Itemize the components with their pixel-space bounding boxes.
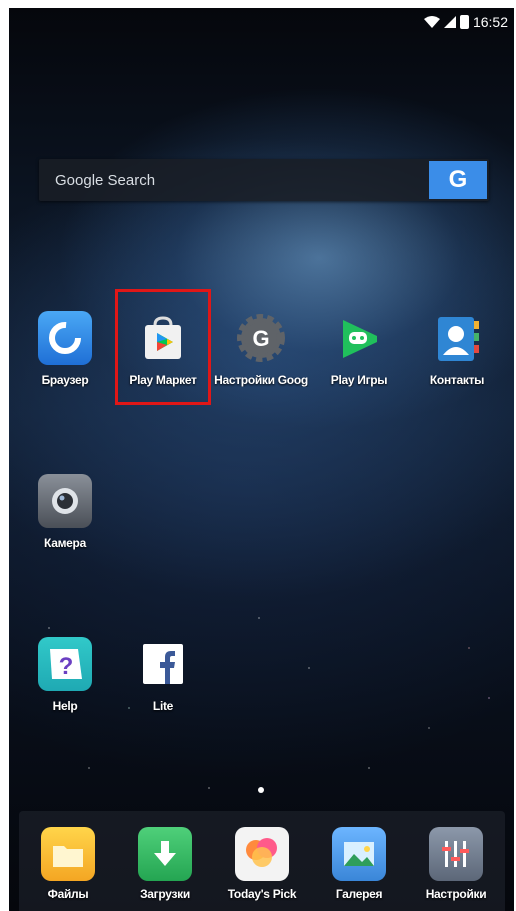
app-label: Браузер: [41, 373, 89, 387]
signal-icon: [443, 16, 456, 28]
app-label: Контакты: [429, 373, 485, 387]
app-camera[interactable]: Камера: [15, 474, 115, 550]
contacts-icon: [430, 311, 484, 365]
battery-icon: [459, 15, 469, 29]
app-google-settings[interactable]: G Настройки Goog: [211, 311, 311, 387]
clock: 16:52: [472, 14, 508, 30]
files-icon: [41, 827, 95, 881]
dock-settings[interactable]: Настройки: [407, 827, 505, 901]
camera-icon: [38, 474, 92, 528]
home-screen: 16:52 Google Search G Браузер Play Марке…: [9, 8, 514, 911]
app-help[interactable]: ? Help: [15, 637, 115, 713]
downloads-icon: [138, 827, 192, 881]
browser-icon: [38, 311, 92, 365]
status-bar: 16:52: [423, 12, 508, 32]
google-g-button[interactable]: G: [429, 161, 487, 199]
gallery-icon: [332, 827, 386, 881]
app-label: Lite: [152, 699, 174, 713]
dock: Файлы Загрузки Today's Pick Галерея Наст…: [19, 811, 505, 911]
app-browser[interactable]: Браузер: [15, 311, 115, 387]
facebook-lite-icon: [136, 637, 190, 691]
app-label: Загрузки: [140, 887, 190, 901]
page-indicator: [258, 787, 264, 793]
dock-gallery[interactable]: Галерея: [310, 827, 408, 901]
dock-downloads[interactable]: Загрузки: [116, 827, 214, 901]
app-play-games[interactable]: Play Игры: [309, 311, 409, 387]
google-search-bar[interactable]: Google Search G: [39, 159, 489, 201]
play-games-icon: [332, 311, 386, 365]
app-label: Help: [52, 699, 78, 713]
todays-pick-icon: [235, 827, 289, 881]
dock-files[interactable]: Файлы: [19, 827, 117, 901]
app-label: Настройки Goog: [214, 373, 308, 387]
svg-text:?: ?: [59, 653, 74, 680]
app-label: Play Игры: [330, 373, 388, 387]
search-label: Google Search: [55, 171, 156, 189]
wifi-icon: [423, 16, 440, 28]
play-store-highlight: [115, 289, 211, 405]
app-contacts[interactable]: Контакты: [407, 311, 507, 387]
settings-icon: [429, 827, 483, 881]
app-label: Галерея: [335, 887, 383, 901]
svg-text:G: G: [252, 326, 269, 351]
app-label: Today's Pick: [227, 887, 297, 901]
app-facebook-lite[interactable]: Lite: [113, 637, 213, 713]
app-label: Камера: [44, 536, 86, 550]
dock-todays-pick[interactable]: Today's Pick: [213, 827, 311, 901]
google-settings-icon: G: [234, 311, 288, 365]
help-icon: ?: [38, 637, 92, 691]
wallpaper: [9, 8, 514, 911]
app-label: Настройки: [425, 887, 487, 901]
app-label: Файлы: [47, 887, 89, 901]
